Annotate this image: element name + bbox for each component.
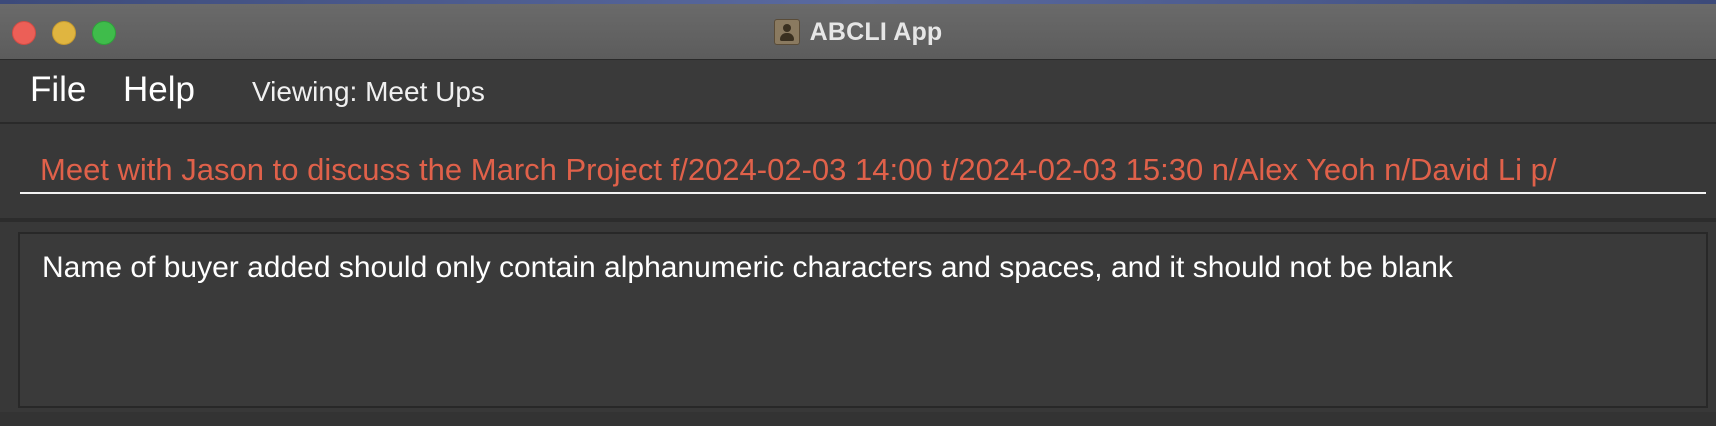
bottom-edge [0,412,1716,426]
menu-file[interactable]: File [30,70,86,110]
result-message: Name of buyer added should only contain … [42,251,1453,284]
result-display-box[interactable]: Name of buyer added should only contain … [18,232,1708,408]
menu-bar: File Help Viewing: Meet Ups [0,60,1716,124]
window-title-group: ABCLI App [0,14,1716,50]
viewing-status: Viewing: Meet Ups [252,76,485,107]
command-input[interactable] [20,148,1706,194]
app-window: ABCLI App File Help Viewing: Meet Ups Na… [0,0,1716,426]
result-display-area: Name of buyer added should only contain … [0,222,1716,426]
command-box-area [0,124,1716,218]
title-bar[interactable]: ABCLI App [0,4,1716,60]
contact-book-icon [773,19,800,45]
menu-help[interactable]: Help [123,70,195,110]
window-title: ABCLI App [809,17,943,46]
